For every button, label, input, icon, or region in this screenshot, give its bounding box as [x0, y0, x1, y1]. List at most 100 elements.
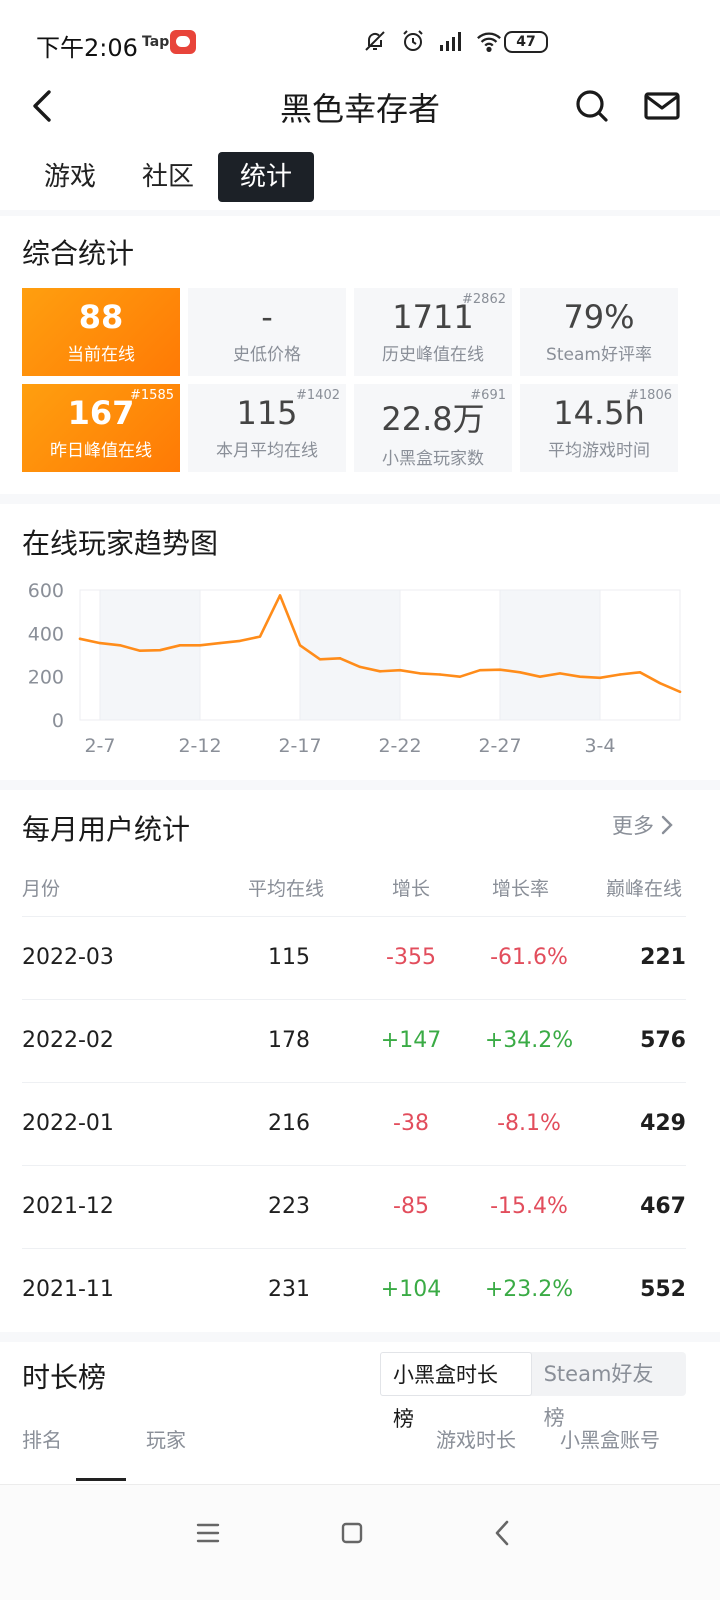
- home-button[interactable]: [330, 1511, 374, 1555]
- stat-rank: #2862: [462, 292, 506, 307]
- header-growth: 增长: [392, 878, 431, 900]
- stat-all-time-peak[interactable]: #2862 1711 历史峰值在线: [354, 288, 512, 376]
- tab-stats[interactable]: 统计: [218, 152, 315, 202]
- table-row[interactable]: 2021-11 231 +104 +23.2% 552: [22, 1248, 686, 1331]
- cell-growth: -85: [393, 1194, 429, 1219]
- cell-peak: 429: [640, 1111, 686, 1136]
- table-row[interactable]: 2022-01 216 -38 -8.1% 429: [22, 1082, 686, 1165]
- stat-lowest-price[interactable]: - 史低价格: [188, 288, 346, 376]
- messages-button[interactable]: [640, 82, 684, 130]
- section-divider: [0, 494, 720, 504]
- cell-growth: -355: [386, 945, 436, 970]
- battery-indicator: 47: [504, 31, 548, 53]
- header-account: 小黑盒账号: [560, 1428, 660, 1452]
- cell-month: 2021-11: [22, 1277, 114, 1302]
- data-point: [278, 594, 282, 597]
- cell-growth-rate: +23.2%: [484, 1277, 574, 1302]
- cell-peak: 221: [640, 945, 686, 970]
- trend-title: 在线玩家趋势图: [22, 527, 219, 560]
- toggle-steam-friends[interactable]: Steam好友榜: [532, 1352, 686, 1430]
- trend-chart-svg: 600 400 200 0 2-7 2-12 2-17 2-22 2-27 3-4: [28, 580, 682, 757]
- stat-value: 88: [78, 298, 124, 336]
- data-point: [598, 676, 602, 679]
- table-row[interactable]: 2021-12 223 -85 -15.4% 467: [22, 1165, 686, 1248]
- data-point: [638, 671, 642, 674]
- trend-chart[interactable]: 600 400 200 0 2-7 2-12 2-17 2-22 2-27 3-4: [0, 570, 720, 770]
- header-growth-rate: 增长率: [492, 878, 550, 900]
- x-tick-label: 2-12: [178, 735, 221, 757]
- header-player: 玩家: [146, 1428, 186, 1452]
- cell-growth-rate: -8.1%: [497, 1111, 561, 1136]
- tab-bar: 游戏 社区 统计: [22, 152, 316, 202]
- monthly-table-header: 月份 平均在线 增长 增长率 巅峰在线: [22, 874, 686, 904]
- chevron-right-icon: [661, 815, 673, 835]
- wifi-icon: [476, 28, 502, 54]
- stat-rank: #1806: [628, 388, 672, 403]
- stat-heybox-players[interactable]: #691 22.8万 小黑盒玩家数: [354, 384, 512, 472]
- data-point: [618, 673, 622, 676]
- header-playtime: 游戏时长: [436, 1428, 516, 1452]
- stat-current-online[interactable]: 88 当前在线: [22, 288, 180, 376]
- stat-steam-rating[interactable]: 79% Steam好评率: [520, 288, 678, 376]
- search-icon: [576, 90, 608, 122]
- status-icons: [362, 28, 502, 54]
- search-button[interactable]: [570, 82, 614, 130]
- data-point: [418, 672, 422, 675]
- ranking-table-header: 排名 玩家 游戏时长 小黑盒账号: [22, 1424, 686, 1454]
- data-point: [98, 641, 102, 645]
- data-point: [238, 639, 242, 643]
- section-divider: [0, 1332, 720, 1342]
- status-time: 下午2:06: [36, 34, 138, 62]
- stat-label: 史低价格: [233, 345, 301, 365]
- cell-month: 2022-02: [22, 1028, 114, 1053]
- data-point: [138, 649, 142, 652]
- ranking-toggle: 小黑盒时长榜 Steam好友榜: [380, 1352, 686, 1431]
- overview-stats-grid: 88 当前在线 - 史低价格 #2862 1711 历史峰值在线 79% Ste…: [22, 288, 682, 472]
- cell-growth: -38: [393, 1111, 429, 1136]
- cell-growth: +104: [380, 1277, 442, 1302]
- header-peak: 巅峰在线: [606, 878, 683, 900]
- ranking-title: 时长榜: [22, 1361, 107, 1394]
- table-row[interactable]: 2022-03 115 -355 -61.6% 221: [22, 916, 686, 999]
- cell-peak: 467: [640, 1194, 686, 1219]
- menu-button[interactable]: [186, 1511, 230, 1555]
- stat-label: 昨日峰值在线: [50, 441, 152, 461]
- cell-average: 216: [268, 1111, 310, 1136]
- y-tick-label: 400: [28, 623, 64, 645]
- data-point: [538, 675, 542, 678]
- data-point: [298, 644, 302, 647]
- tab-community[interactable]: 社区: [120, 152, 216, 202]
- cell-growth-rate: -61.6%: [490, 945, 568, 970]
- data-point: [558, 672, 562, 675]
- tab-game[interactable]: 游戏: [22, 152, 118, 202]
- data-point: [338, 657, 342, 660]
- cell-peak: 576: [640, 1028, 686, 1053]
- cell-average: 223: [268, 1194, 310, 1219]
- cell-growth-rate: -15.4%: [490, 1194, 568, 1219]
- data-point: [498, 668, 502, 671]
- stat-label: 小黑盒玩家数: [382, 449, 484, 469]
- x-tick-label: 2-7: [84, 735, 115, 757]
- stat-label: 平均游戏时间: [548, 441, 650, 461]
- stat-yesterday-peak[interactable]: #1585 167 昨日峰值在线: [22, 384, 180, 472]
- cell-peak: 552: [640, 1277, 686, 1302]
- toggle-heybox-ranking[interactable]: 小黑盒时长榜: [380, 1352, 532, 1431]
- nav-back-button[interactable]: [480, 1511, 524, 1555]
- more-link[interactable]: 更多: [612, 810, 674, 840]
- home-icon: [341, 1522, 363, 1544]
- x-tick-label: 2-22: [378, 735, 421, 757]
- data-point: [198, 644, 202, 647]
- stat-average-playtime[interactable]: #1806 14.5h 平均游戏时间: [520, 384, 678, 472]
- stat-month-average[interactable]: #1402 115 本月平均在线: [188, 384, 346, 472]
- table-row[interactable]: 2022-02 178 +147 +34.2% 576: [22, 999, 686, 1082]
- y-tick-label: 600: [28, 580, 64, 602]
- chart-band: [100, 590, 200, 720]
- x-tick-label: 3-4: [584, 735, 615, 757]
- data-point: [518, 671, 522, 674]
- cell-month: 2022-03: [22, 945, 114, 970]
- tap-badge: Tap: [142, 34, 170, 50]
- cell-growth: +147: [380, 1028, 442, 1053]
- data-point: [158, 649, 162, 652]
- x-tick-label: 2-17: [278, 735, 321, 757]
- chart-band: [500, 590, 600, 720]
